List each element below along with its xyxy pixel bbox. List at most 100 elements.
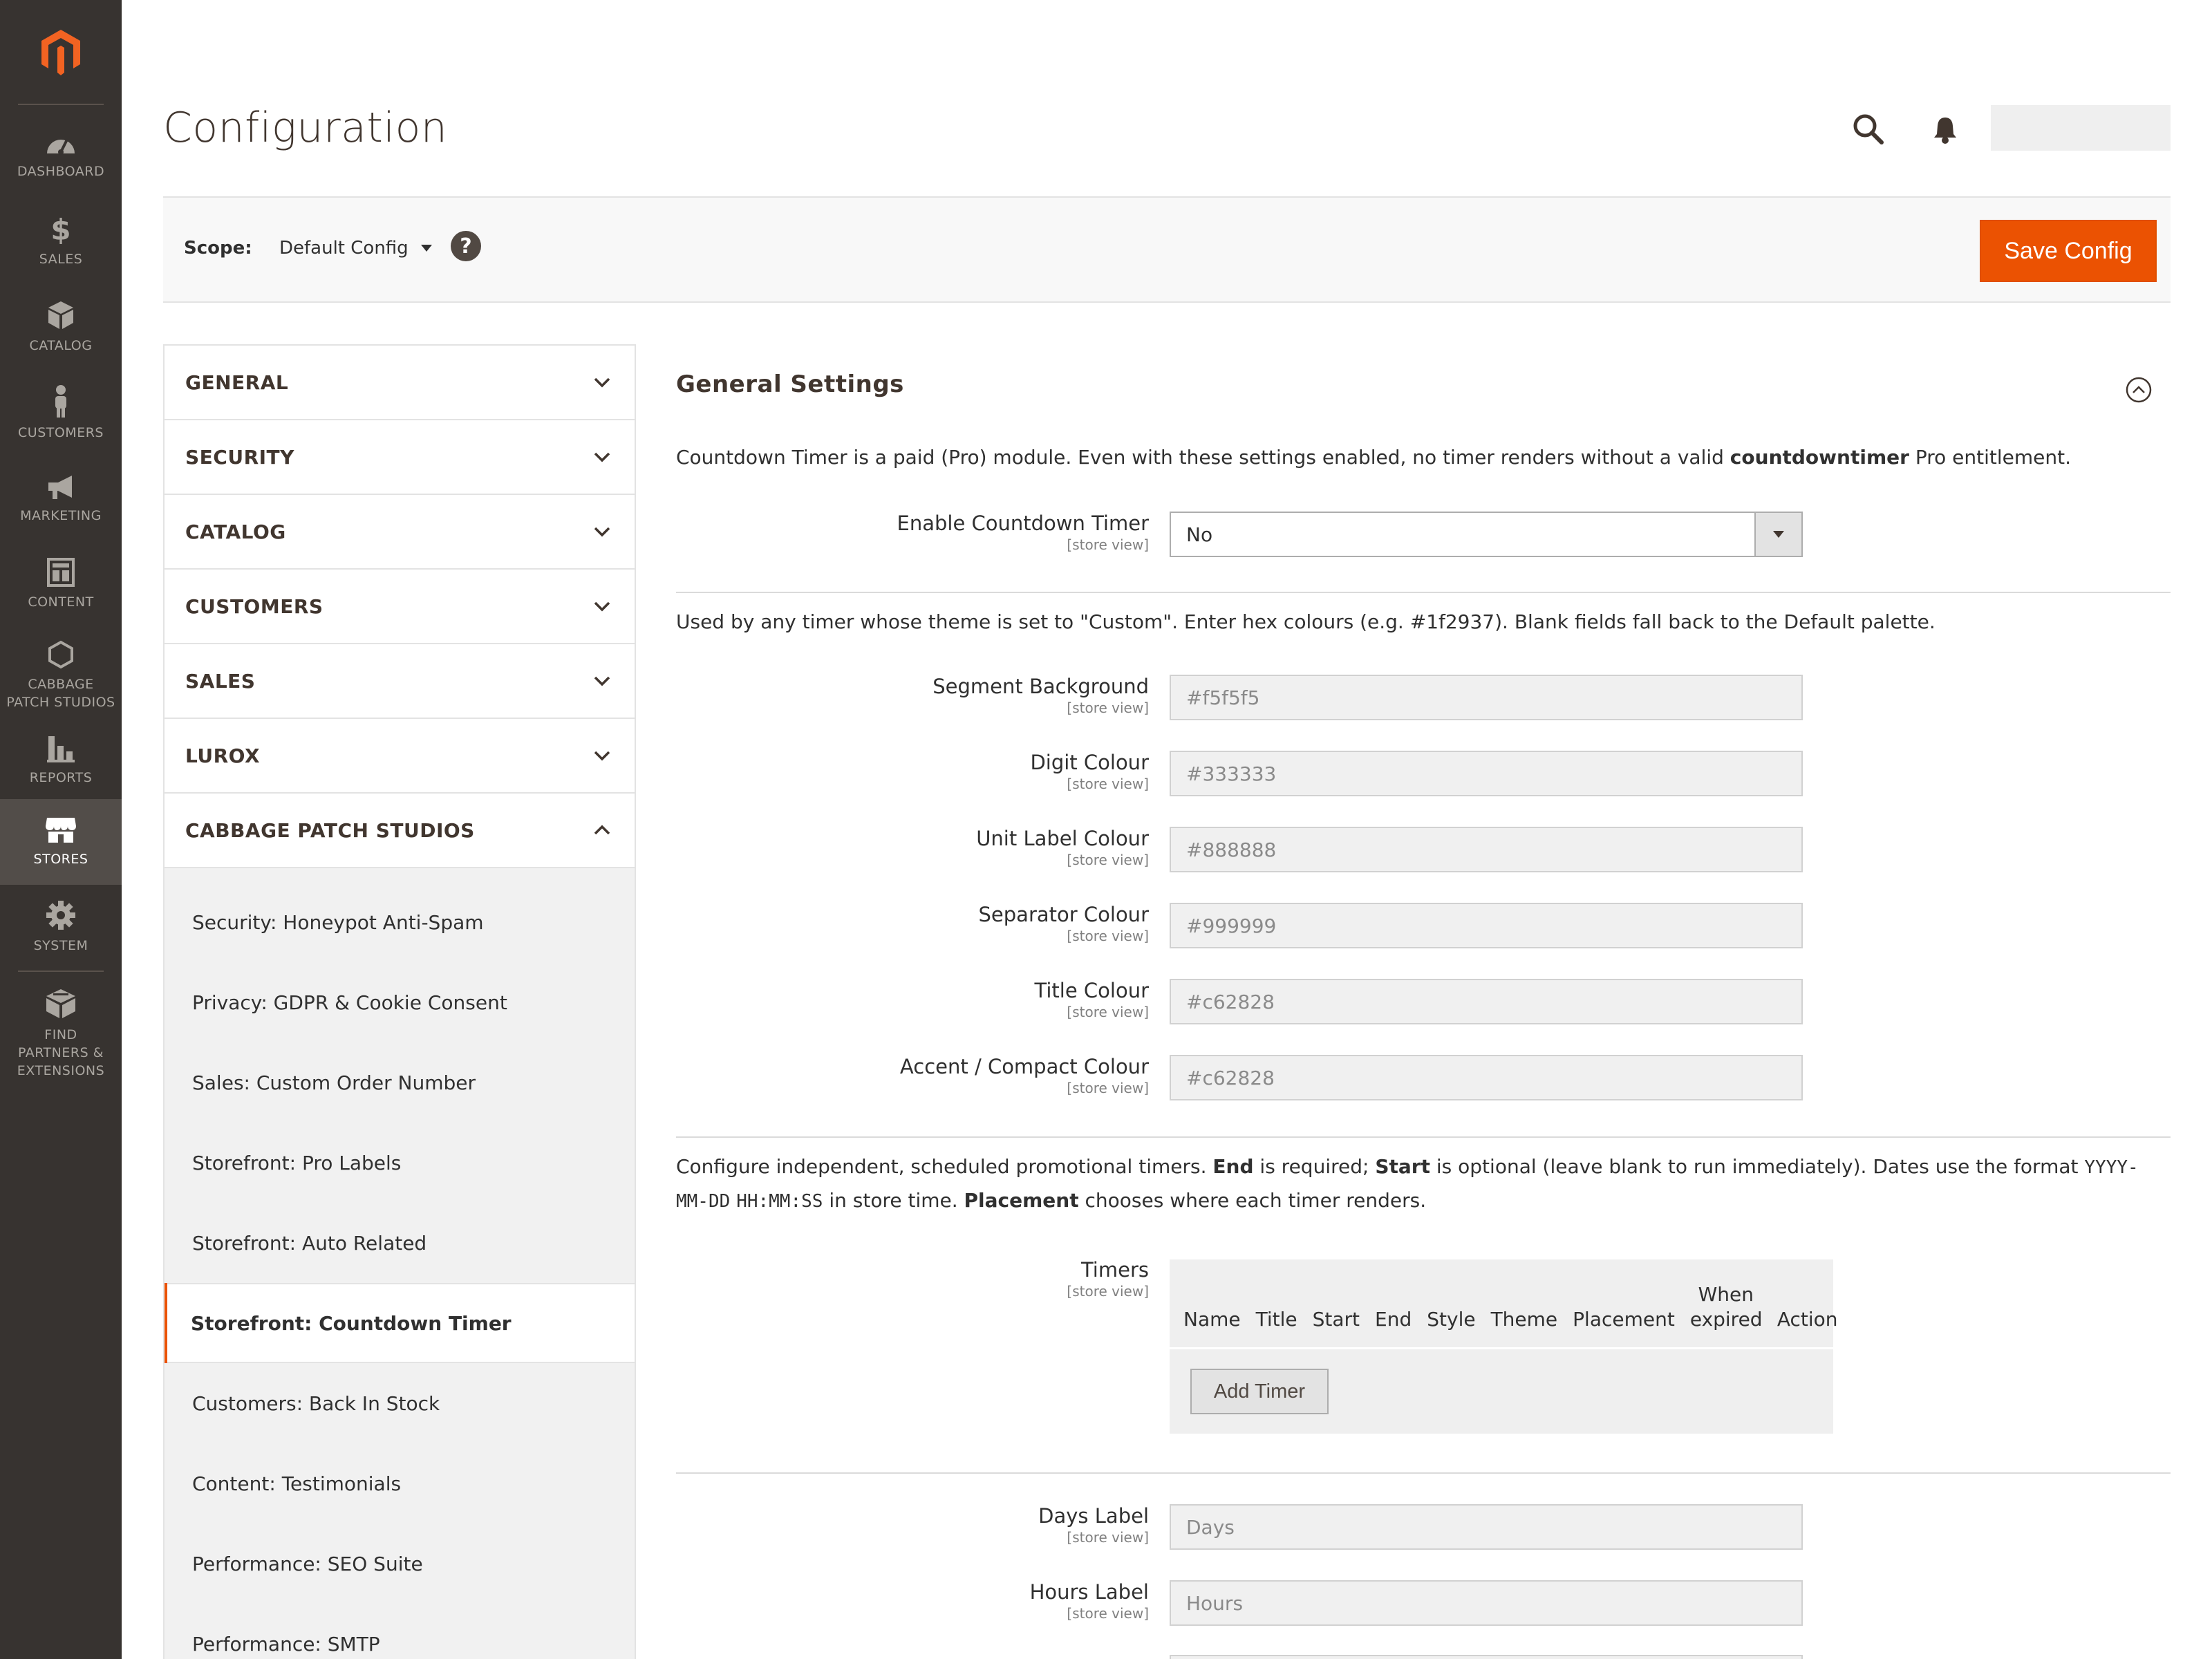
tab-group-label: SECURITY	[185, 445, 294, 469]
config-tabs: GENERAL SECURITY CATALOG CUSTOMERS SALES…	[163, 344, 636, 1659]
module-notice: Countdown Timer is a paid (Pro) module. …	[676, 446, 2071, 469]
section-title[interactable]: General Settings	[676, 371, 904, 398]
tab-group-general[interactable]: GENERAL	[165, 346, 635, 420]
column-header: Start	[1312, 1308, 1360, 1331]
chevron-down-icon	[594, 676, 610, 686]
timers-grid: Name Title Start End Style Theme Placeme…	[1170, 1259, 1838, 1434]
separator-colour-input[interactable]: #999999	[1170, 903, 1803, 948]
tab-item-gdpr[interactable]: Privacy: GDPR & Cookie Consent	[165, 962, 635, 1042]
scope-label: Scope:	[184, 238, 252, 259]
menu-label: SALES	[39, 252, 83, 267]
tab-group-cabbage-patch-studios[interactable]: CABBAGE PATCH STUDIOS	[165, 794, 635, 868]
days-label-input[interactable]: Days	[1170, 1504, 1803, 1550]
section-divider	[676, 592, 2171, 593]
magento-logo-icon[interactable]	[0, 0, 122, 105]
boxes-icon	[46, 989, 75, 1018]
bar-chart-icon	[47, 736, 75, 762]
menu-label: FIND	[44, 1027, 77, 1042]
menu-item-sales[interactable]: $ SALES	[0, 199, 122, 285]
menu-label: REPORTS	[29, 770, 93, 785]
menu-item-stores[interactable]: STORES	[0, 799, 122, 885]
search-icon[interactable]	[1853, 113, 1884, 148]
enable-countdown-select[interactable]: No	[1170, 512, 1803, 557]
tab-group-sales[interactable]: SALES	[165, 644, 635, 719]
scope-switcher[interactable]: Default Config	[279, 238, 432, 259]
add-timer-button[interactable]: Add Timer	[1190, 1369, 1329, 1414]
tab-group-security[interactable]: SECURITY	[165, 420, 635, 495]
tab-item-pro-labels[interactable]: Storefront: Pro Labels	[165, 1123, 635, 1203]
notifications-bell-icon[interactable]	[1933, 116, 1958, 147]
title-colour-input[interactable]: #c62828	[1170, 979, 1803, 1024]
admin-menu: DASHBOARD $ SALES CATALOG CUSTOMERS MARK…	[0, 0, 122, 1659]
field-label-timers: Timers [store view]	[1067, 1258, 1149, 1300]
menu-item-dashboard[interactable]: DASHBOARD	[0, 113, 122, 199]
hours-label-input[interactable]: Hours	[1170, 1580, 1803, 1626]
digit-colour-input[interactable]: #333333	[1170, 751, 1803, 796]
menu-item-cabbage-patch-studios[interactable]: CABBAGE PATCH STUDIOS	[0, 628, 122, 724]
user-account-menu[interactable]	[1991, 105, 2171, 151]
section-divider	[676, 1136, 2171, 1138]
column-header: End	[1375, 1308, 1412, 1331]
gear-icon	[46, 901, 75, 930]
tab-item-smtp[interactable]: Performance: SMTP	[165, 1604, 635, 1659]
field-label-segment-bg: Segment Background [store view]	[932, 675, 1149, 716]
menu-label: DASHBOARD	[17, 164, 105, 179]
column-header: Placement	[1573, 1308, 1675, 1331]
store-icon	[46, 818, 76, 843]
tab-group-label: CUSTOMERS	[185, 594, 324, 618]
person-icon	[55, 385, 66, 418]
svg-text:$: $	[50, 215, 71, 244]
menu-label: MARKETING	[20, 508, 102, 523]
save-config-button[interactable]: Save Config	[1980, 220, 2157, 282]
unit-label-colour-input[interactable]: #888888	[1170, 827, 1803, 872]
tab-group-label: LUROX	[185, 744, 261, 767]
tab-group-catalog[interactable]: CATALOG	[165, 495, 635, 570]
field-label-days: Days Label [store view]	[1038, 1504, 1149, 1546]
menu-item-system[interactable]: SYSTEM	[0, 885, 122, 971]
megaphone-icon	[48, 476, 72, 499]
menu-item-content[interactable]: CONTENT	[0, 542, 122, 628]
menu-item-reports[interactable]: REPORTS	[0, 718, 122, 803]
menu-item-catalog[interactable]: CATALOG	[0, 285, 122, 371]
segment-background-input[interactable]: #f5f5f5	[1170, 675, 1803, 720]
menu-label: CATALOG	[29, 338, 93, 353]
dashboard-icon	[47, 139, 75, 155]
menu-item-find-partners[interactable]: FIND PARTNERS & EXTENSIONS	[0, 979, 122, 1089]
menu-item-customers[interactable]: CUSTOMERS	[0, 371, 122, 456]
chevron-down-icon	[594, 377, 610, 388]
tab-group-items: Security: Honeypot Anti-Spam Privacy: GD…	[165, 868, 635, 1659]
scope-value: Default Config	[279, 238, 409, 259]
tab-item-seo-suite[interactable]: Performance: SEO Suite	[165, 1524, 635, 1604]
tab-item-countdown-timer[interactable]: Storefront: Countdown Timer	[165, 1283, 635, 1363]
tab-item-testimonials[interactable]: Content: Testimonials	[165, 1443, 635, 1524]
hexagon-icon	[48, 640, 73, 669]
column-header: Action	[1777, 1308, 1838, 1331]
layout-icon	[47, 558, 75, 587]
field-label-digit: Digit Colour [store view]	[1030, 751, 1149, 792]
chevron-down-icon	[594, 751, 610, 761]
menu-label: PARTNERS &	[17, 1045, 104, 1060]
menu-item-marketing[interactable]: MARKETING	[0, 456, 122, 542]
accent-colour-input[interactable]: #c62828	[1170, 1055, 1803, 1100]
dollar-icon: $	[50, 215, 71, 244]
column-header: Theme	[1490, 1308, 1558, 1331]
cube-icon	[48, 301, 73, 329]
menu-label: EXTENSIONS	[17, 1063, 105, 1078]
help-icon[interactable]: ?	[451, 231, 481, 261]
field-label-enable: Enable Countdown Timer [store view]	[897, 512, 1149, 553]
chevron-down-icon	[594, 527, 610, 537]
next-field-input[interactable]	[1170, 1655, 1803, 1659]
menu-label: STORES	[33, 852, 88, 867]
tab-item-back-in-stock[interactable]: Customers: Back In Stock	[165, 1363, 635, 1443]
timers-notice: Configure independent, scheduled promoti…	[676, 1155, 2139, 1212]
tab-group-label: CABBAGE PATCH STUDIOS	[185, 818, 475, 842]
tab-group-lurox[interactable]: LUROX	[165, 719, 635, 794]
collapse-circle-up-icon[interactable]	[2125, 376, 2153, 406]
tab-group-customers[interactable]: CUSTOMERS	[165, 570, 635, 644]
tab-item-honeypot[interactable]: Security: Honeypot Anti-Spam	[165, 882, 635, 962]
page-title: Configuration	[163, 104, 448, 152]
tab-item-auto-related[interactable]: Storefront: Auto Related	[165, 1203, 635, 1283]
tab-item-custom-order-number[interactable]: Sales: Custom Order Number	[165, 1042, 635, 1123]
field-label-title: Title Colour [store view]	[1034, 979, 1149, 1020]
chevron-up-icon	[594, 825, 610, 835]
